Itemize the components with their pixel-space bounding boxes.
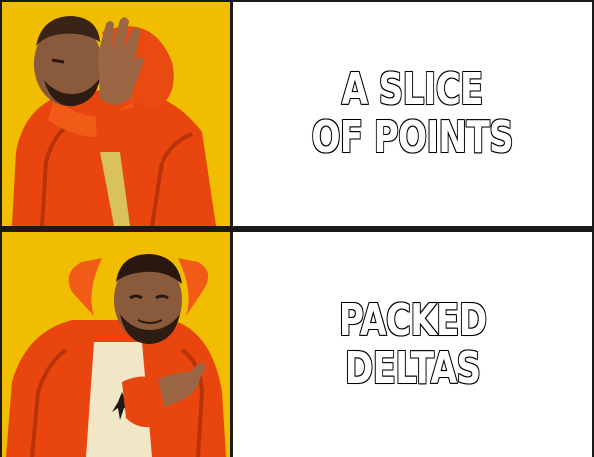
- caption-text-rejected: A SLICE OF POINTS: [311, 64, 515, 163]
- drake-disapproving-illustration: [2, 2, 230, 226]
- caption-panel-top: A SLICE OF POINTS: [233, 2, 592, 226]
- caption-text-approved: PACKED DELTAS: [338, 294, 488, 394]
- drake-approving-illustration: [2, 232, 230, 457]
- drake-disapproving-image: [0, 2, 230, 226]
- meme-row-bottom: PACKED DELTAS: [0, 232, 594, 457]
- drake-approving-image: [0, 232, 230, 457]
- drake-meme: A SLICE OF POINTS PACKED DELTAS: [0, 0, 594, 457]
- meme-row-top: A SLICE OF POINTS: [0, 2, 594, 226]
- caption-panel-bottom: PACKED DELTAS: [233, 232, 592, 457]
